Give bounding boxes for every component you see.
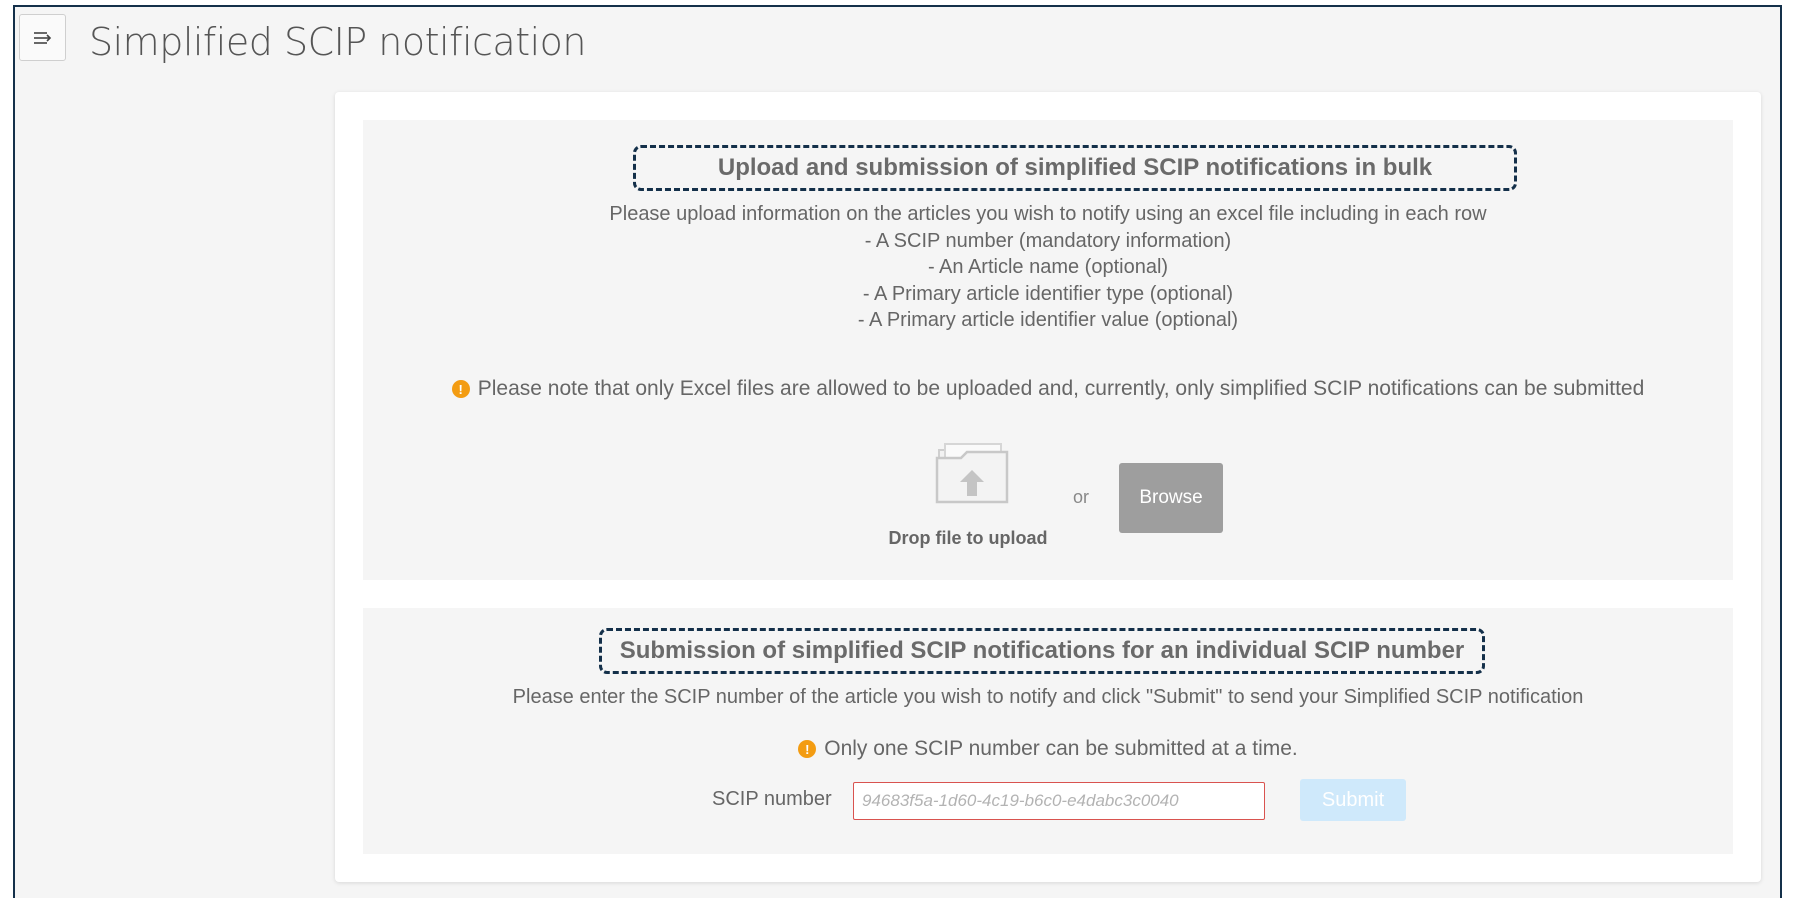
individual-note: ! Only one SCIP number can be submitted … [363, 734, 1733, 764]
bulk-note-text: Please note that only Excel files are al… [477, 377, 1645, 400]
bulk-description-line: - An Article name (optional) [927, 256, 1169, 278]
folder-upload-icon [935, 443, 1009, 504]
bulk-description-line: Please upload information on the article… [609, 203, 1487, 225]
content-card: Upload and submission of simplified SCIP… [335, 92, 1761, 882]
or-separator: or [1073, 487, 1090, 507]
warning-icon: ! [451, 380, 470, 398]
drop-file-label: Drop file to upload [888, 528, 1048, 548]
page-title: Simplified SCIP notification [89, 20, 587, 64]
bulk-upload-section: Upload and submission of simplified SCIP… [363, 120, 1733, 580]
individual-description: Please enter the SCIP number of the arti… [363, 684, 1733, 711]
app-frame: Simplified SCIP notification Upload and … [13, 5, 1782, 898]
file-drop-zone[interactable]: Drop file to upload [883, 440, 1053, 552]
scip-number-label: SCIP number [712, 788, 832, 810]
individual-submission-section: Submission of simplified SCIP notificati… [363, 608, 1733, 854]
bulk-description-line: - A Primary article identifier type (opt… [862, 282, 1234, 305]
individual-heading-text: Submission of simplified SCIP notificati… [619, 637, 1465, 664]
bulk-description-line: - A Primary article identifier value (op… [857, 309, 1239, 331]
submit-button[interactable]: Submit [1300, 779, 1406, 821]
bulk-description: Please upload information on the article… [363, 201, 1733, 334]
individual-note-text: Only one SCIP number can be submitted at… [824, 737, 1298, 760]
bulk-heading-text: Upload and submission of simplified SCIP… [717, 154, 1433, 181]
scip-number-input[interactable] [853, 782, 1265, 820]
menu-toggle-button[interactable] [19, 14, 66, 61]
menu-collapse-icon [33, 31, 51, 44]
bulk-note: ! Please note that only Excel files are … [363, 374, 1733, 404]
bulk-description-line: - A SCIP number (mandatory information) [864, 229, 1232, 252]
bulk-section-heading: Upload and submission of simplified SCIP… [633, 145, 1517, 191]
individual-section-heading: Submission of simplified SCIP notificati… [599, 628, 1485, 674]
warning-icon: ! [798, 740, 817, 758]
browse-button[interactable]: Browse [1119, 463, 1223, 533]
individual-description-text: Please enter the SCIP number of the arti… [512, 686, 1584, 708]
